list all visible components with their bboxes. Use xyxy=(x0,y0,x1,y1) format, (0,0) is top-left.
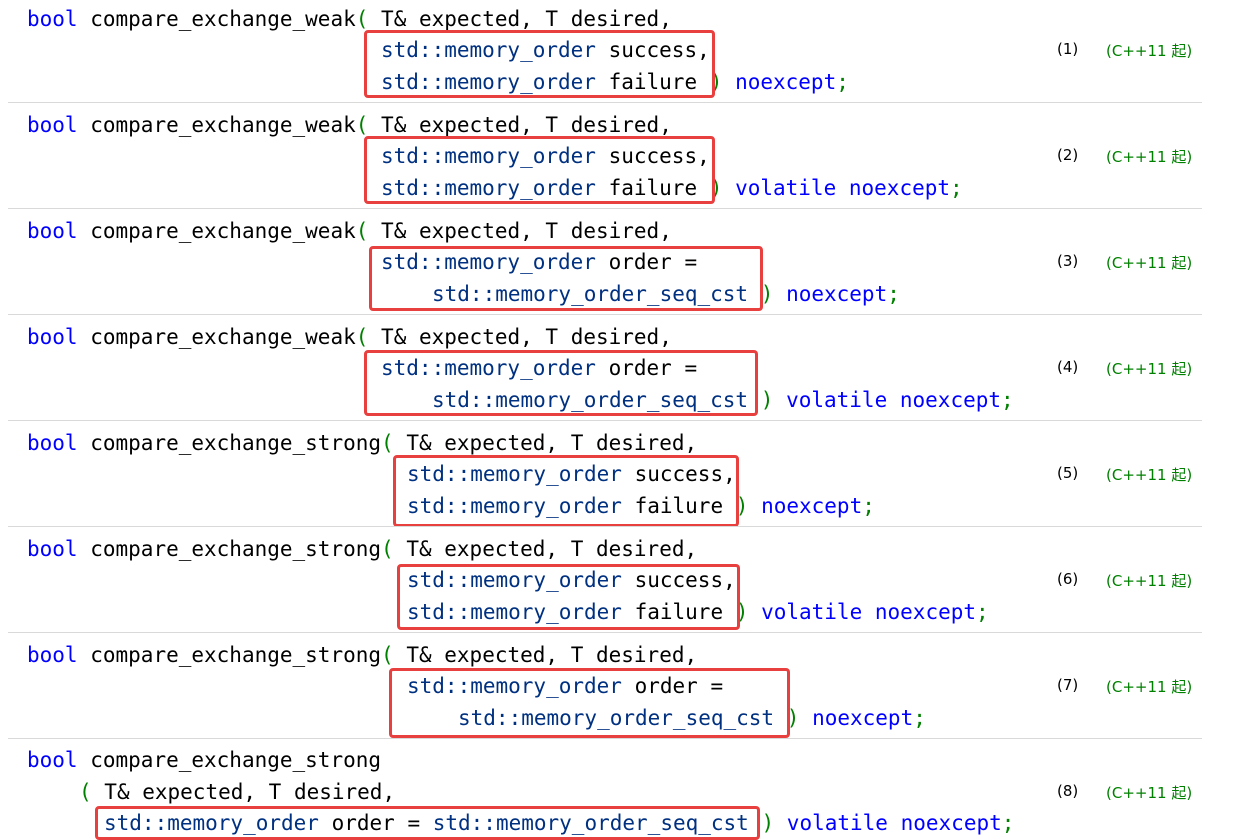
overload-number: (8) xyxy=(1057,782,1079,800)
since-label: (C++11 起) xyxy=(1106,254,1193,272)
separator xyxy=(8,738,1202,739)
since-label: (C++11 起) xyxy=(1106,784,1193,802)
highlight-box xyxy=(389,668,790,738)
separator xyxy=(8,632,1202,633)
highlight-box xyxy=(369,246,763,311)
since-label: (C++11 起) xyxy=(1106,678,1193,696)
highlight-box xyxy=(364,30,715,98)
kw-bool: bool xyxy=(27,7,78,31)
separator xyxy=(8,102,1202,103)
overload-number: (1) xyxy=(1057,40,1079,58)
overload-number: (4) xyxy=(1057,358,1079,376)
overload-number: (5) xyxy=(1057,464,1079,482)
overload-number: (7) xyxy=(1057,676,1079,694)
highlight-box xyxy=(364,136,715,204)
separator xyxy=(8,526,1202,527)
highlight-box xyxy=(393,455,739,527)
since-label: (C++11 起) xyxy=(1106,148,1193,166)
highlight-box xyxy=(364,350,758,416)
highlight-box xyxy=(397,564,740,630)
separator xyxy=(8,420,1202,421)
overload-number: (3) xyxy=(1057,252,1079,270)
since-label: (C++11 起) xyxy=(1106,42,1193,60)
overload-number: (6) xyxy=(1057,570,1079,588)
separator xyxy=(8,314,1202,315)
separator xyxy=(8,208,1202,209)
since-label: (C++11 起) xyxy=(1106,572,1193,590)
function-name: compare_exchange_weak xyxy=(90,7,356,31)
since-label: (C++11 起) xyxy=(1106,466,1193,484)
since-label: (C++11 起) xyxy=(1106,360,1193,378)
highlight-box xyxy=(95,806,760,840)
overload-number: (2) xyxy=(1057,146,1079,164)
